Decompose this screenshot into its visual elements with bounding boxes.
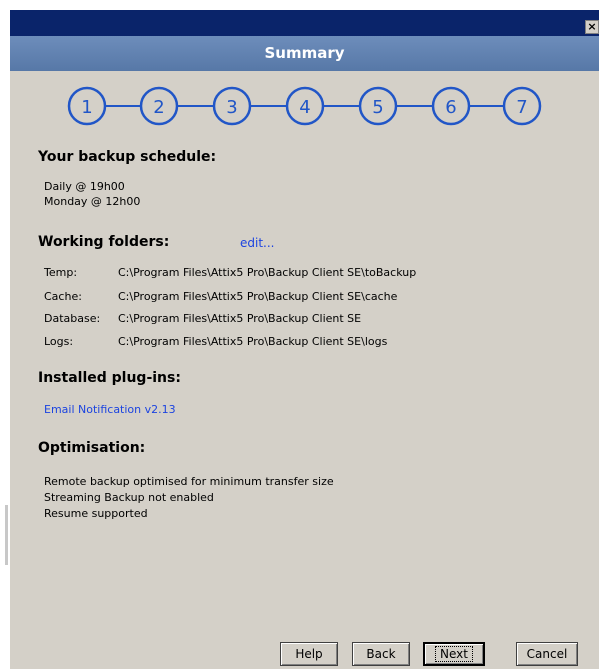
step-2: 2	[139, 86, 179, 126]
step-5-number: 5	[372, 97, 383, 118]
wizard-window: × Summary 1 2 3 4 5 6 7 Your backup sche…	[10, 10, 599, 669]
step-3: 3	[212, 86, 252, 126]
next-button[interactable]: Next	[423, 642, 485, 666]
step-6: 6	[431, 86, 471, 126]
optimisation-heading: Optimisation:	[38, 440, 146, 456]
schedule-item: Daily @ 19h00	[44, 180, 125, 193]
close-icon[interactable]: ×	[585, 20, 599, 34]
plugin-item[interactable]: Email Notification v2.13	[44, 403, 176, 416]
back-button[interactable]: Back	[352, 642, 410, 666]
step-3-number: 3	[226, 97, 237, 118]
step-7-number: 7	[516, 97, 527, 118]
step-4-number: 4	[299, 97, 310, 118]
edit-folders-link[interactable]: edit...	[240, 236, 274, 250]
folder-path-logs: C:\Program Files\Attix5 Pro\Backup Clien…	[118, 335, 388, 348]
folder-label-cache: Cache:	[44, 290, 82, 303]
schedule-item: Monday @ 12h00	[44, 195, 141, 208]
optimisation-item: Resume supported	[44, 507, 148, 520]
background-edge	[0, 0, 10, 669]
edge-mark	[5, 505, 8, 565]
next-button-label: Next	[435, 646, 473, 662]
step-1: 1	[67, 86, 107, 126]
folders-heading: Working folders:	[38, 234, 170, 250]
step-5: 5	[358, 86, 398, 126]
step-2-number: 2	[153, 97, 164, 118]
schedule-heading: Your backup schedule:	[38, 149, 217, 165]
folder-path-cache: C:\Program Files\Attix5 Pro\Backup Clien…	[118, 290, 398, 303]
title-bar: ×	[10, 10, 599, 36]
cancel-button[interactable]: Cancel	[516, 642, 578, 666]
step-6-number: 6	[445, 97, 456, 118]
plugins-heading: Installed plug-ins:	[38, 370, 181, 386]
folder-label-logs: Logs:	[44, 335, 74, 348]
step-7: 7	[502, 86, 542, 126]
step-indicator: 1 2 3 4 5 6 7	[67, 86, 542, 126]
page-title: Summary	[10, 36, 599, 71]
step-4: 4	[285, 86, 325, 126]
optimisation-item: Streaming Backup not enabled	[44, 491, 214, 504]
folder-label-temp: Temp:	[44, 266, 78, 279]
folder-path-database: C:\Program Files\Attix5 Pro\Backup Clien…	[118, 312, 362, 325]
help-button[interactable]: Help	[280, 642, 338, 666]
folder-label-database: Database:	[44, 312, 101, 325]
optimisation-item: Remote backup optimised for minimum tran…	[44, 475, 334, 488]
step-1-number: 1	[81, 97, 92, 118]
folder-path-temp: C:\Program Files\Attix5 Pro\Backup Clien…	[118, 266, 417, 279]
